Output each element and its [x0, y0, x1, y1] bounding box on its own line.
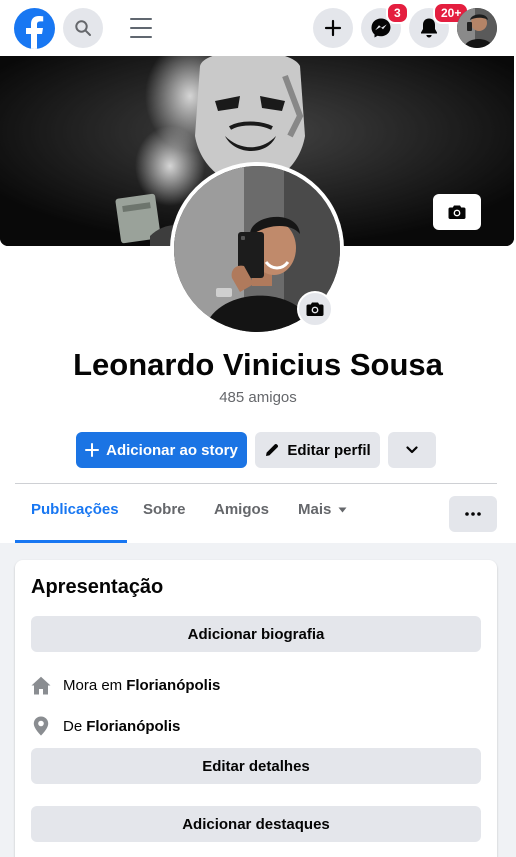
- edit-cover-button[interactable]: [433, 194, 481, 230]
- more-options-button[interactable]: [449, 496, 497, 532]
- edit-profile-label: Editar perfil: [287, 441, 371, 459]
- camera-icon: [448, 205, 466, 219]
- hamburger-menu-icon[interactable]: [128, 16, 154, 40]
- ellipsis-icon: [465, 512, 481, 516]
- caret-down-icon: [338, 507, 347, 512]
- search-button[interactable]: [63, 8, 103, 48]
- tab-sobre[interactable]: Sobre: [143, 501, 186, 518]
- profile-name: Leonardo Vinicius Sousa: [73, 347, 443, 382]
- tab-publicacoes[interactable]: Publicações: [31, 501, 119, 518]
- location-pin-icon: [31, 716, 51, 736]
- plus-icon: [324, 19, 342, 37]
- lives-in-city[interactable]: Florianópolis: [126, 677, 220, 694]
- active-tab-indicator: [15, 540, 127, 543]
- divider: [15, 483, 497, 484]
- messenger-badge: 3: [386, 2, 409, 24]
- create-button[interactable]: [313, 8, 353, 48]
- top-navigation-bar: 3 20+: [0, 0, 516, 56]
- from-prefix: De: [63, 717, 83, 735]
- tab-mais-label: Mais: [298, 501, 332, 518]
- profile-header-card: Leonardo Vinicius Sousa 485 amigos Adici…: [0, 56, 516, 543]
- friends-count[interactable]: 485 amigos: [0, 389, 516, 406]
- add-bio-button[interactable]: Adicionar biografia: [31, 616, 481, 652]
- edit-details-button[interactable]: Editar detalhes: [31, 748, 481, 784]
- lives-in-row: Mora em Florianópolis: [31, 675, 220, 695]
- tab-mais[interactable]: Mais: [298, 501, 347, 518]
- add-to-story-label: Adicionar ao story: [106, 441, 238, 459]
- edit-profile-picture-button[interactable]: [297, 291, 333, 327]
- profile-options-dropdown[interactable]: [388, 432, 436, 468]
- plus-icon: [85, 443, 100, 457]
- lives-in-prefix: Mora em: [63, 676, 123, 694]
- from-row: De Florianópolis: [31, 716, 180, 736]
- tab-amigos[interactable]: Amigos: [214, 501, 269, 518]
- chevron-down-icon: [406, 446, 418, 454]
- add-to-story-button[interactable]: Adicionar ao story: [76, 432, 247, 468]
- account-avatar[interactable]: [457, 8, 497, 48]
- from-city[interactable]: Florianópolis: [86, 718, 180, 735]
- pencil-icon: [264, 442, 280, 458]
- intro-title: Apresentação: [31, 576, 164, 598]
- intro-card: Apresentação Adicionar biografia Mora em…: [15, 560, 497, 857]
- camera-icon: [306, 302, 324, 316]
- home-icon: [31, 675, 51, 695]
- search-icon: [75, 20, 91, 36]
- facebook-logo-icon[interactable]: [14, 8, 55, 49]
- edit-profile-button[interactable]: Editar perfil: [255, 432, 380, 468]
- add-highlights-button[interactable]: Adicionar destaques: [31, 806, 481, 842]
